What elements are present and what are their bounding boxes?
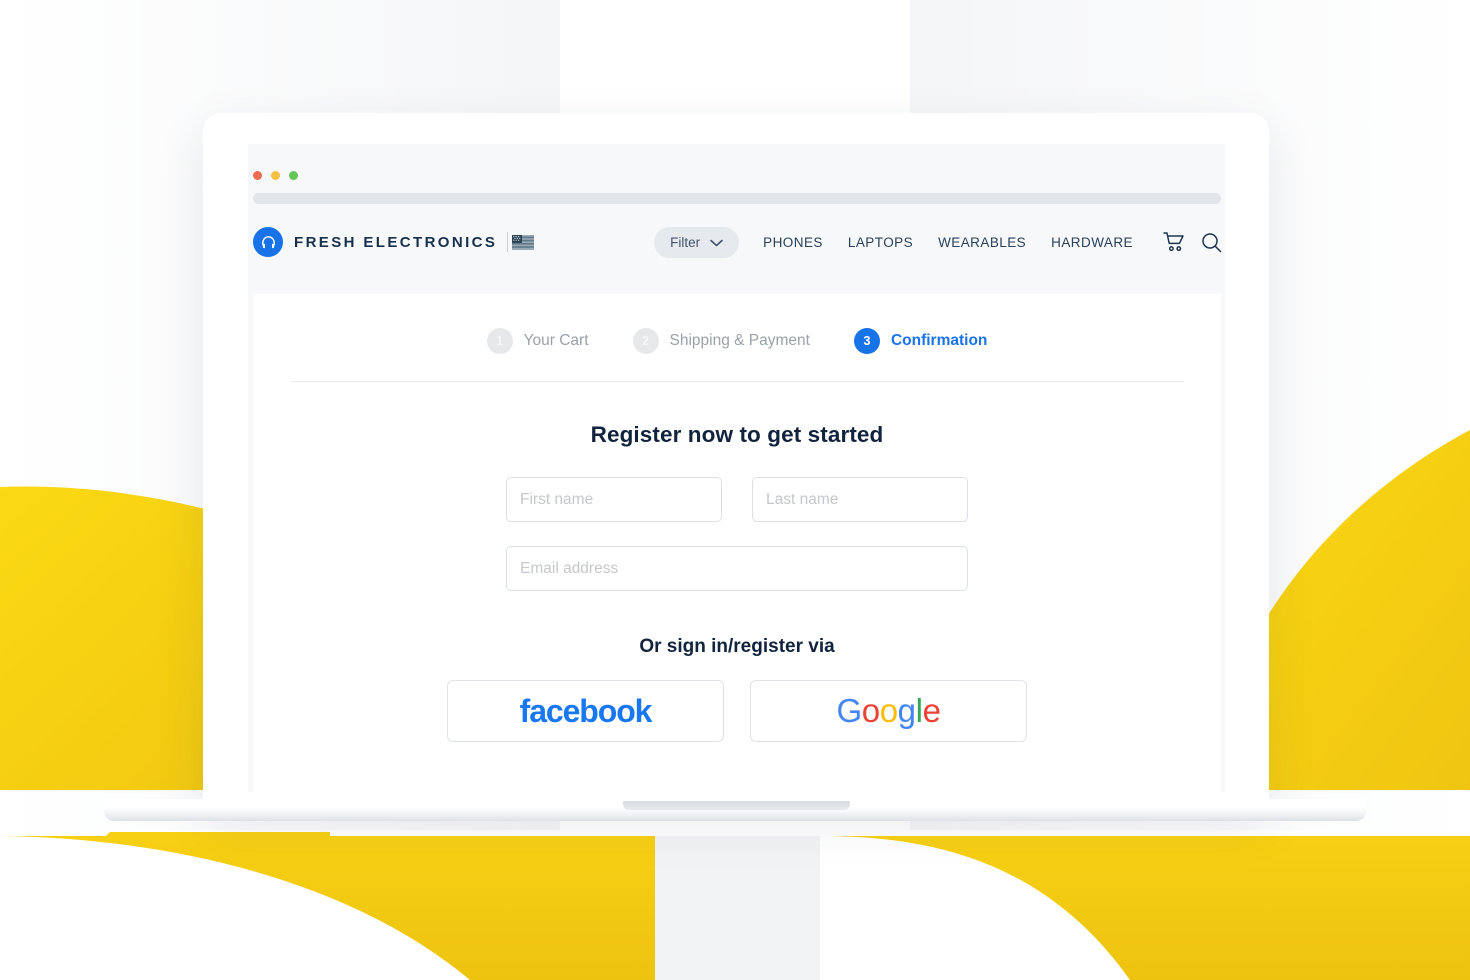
step-label: Confirmation (890, 332, 988, 349)
address-bar[interactable] (253, 193, 1221, 204)
brand-name: FRESH ELECTRONICS (294, 233, 498, 251)
minimize-window-button[interactable] (271, 171, 280, 180)
email-field[interactable]: Email address (506, 546, 968, 591)
step-number: 2 (632, 328, 659, 354)
brand-divider (507, 232, 509, 252)
first-name-field[interactable]: First name (506, 477, 722, 522)
browser-chrome: FRESH ELECTRONICS Filter PHONES LAPTOPS … (248, 144, 1225, 267)
step-label: Shipping & Payment (669, 332, 810, 349)
laptop-trackpad-notch (623, 801, 850, 810)
registration-form: First name Last name Email address (506, 477, 968, 591)
nav-link-phones[interactable]: PHONES (763, 235, 823, 250)
google-logo: Google (836, 692, 941, 729)
brand-logo[interactable]: FRESH ELECTRONICS (253, 227, 497, 257)
facebook-logo: facebook (519, 692, 653, 729)
checkout-stepper: 1 Your Cart 2 Shipping & Payment 3 Confi… (253, 294, 1221, 354)
section-divider (290, 381, 1184, 382)
headphones-icon (253, 227, 283, 257)
google-signin-button[interactable]: Google (750, 680, 1027, 742)
social-signin-title: Or sign in/register via (639, 636, 835, 657)
header-nav: Filter PHONES LAPTOPS WEARABLES HARDWARE (654, 226, 1222, 258)
facebook-signin-button[interactable]: facebook (447, 680, 724, 742)
first-name-placeholder: First name (520, 490, 594, 508)
filter-label: Filter (670, 234, 701, 250)
site-header: FRESH ELECTRONICS Filter PHONES LAPTOPS … (248, 217, 1225, 267)
step-number: 1 (486, 328, 513, 354)
nav-link-wearables[interactable]: WEARABLES (938, 235, 1026, 250)
step-confirmation[interactable]: 3 Confirmation (853, 328, 988, 354)
page-title: Register now to get started (590, 422, 884, 447)
step-number: 3 (853, 328, 880, 354)
illustration-stage: FRESH ELECTRONICS Filter PHONES LAPTOPS … (0, 0, 1470, 980)
cart-icon[interactable] (1163, 232, 1185, 252)
filter-dropdown[interactable]: Filter (654, 226, 740, 258)
close-window-button[interactable] (253, 171, 262, 180)
laptop-screen-frame: FRESH ELECTRONICS Filter PHONES LAPTOPS … (203, 113, 1269, 805)
name-row: First name Last name (506, 477, 968, 522)
social-button-row: facebook Google (253, 680, 1221, 742)
chevron-down-icon (710, 235, 723, 250)
window-controls (253, 171, 298, 180)
last-name-placeholder: Last name (766, 490, 839, 508)
us-flag-icon[interactable] (512, 234, 535, 250)
search-icon[interactable] (1201, 232, 1222, 253)
checkout-page: 1 Your Cart 2 Shipping & Payment 3 Confi… (253, 294, 1221, 792)
nav-link-list: PHONES LAPTOPS WEARABLES HARDWARE (763, 235, 1133, 250)
nav-link-laptops[interactable]: LAPTOPS (848, 235, 913, 250)
nav-link-hardware[interactable]: HARDWARE (1051, 235, 1133, 250)
step-your-cart[interactable]: 1 Your Cart (486, 328, 589, 354)
browser-window: FRESH ELECTRONICS Filter PHONES LAPTOPS … (248, 144, 1225, 792)
last-name-field[interactable]: Last name (752, 477, 968, 522)
step-label: Your Cart (523, 332, 589, 349)
header-icon-group (1163, 232, 1222, 253)
email-placeholder: Email address (520, 559, 619, 577)
maximize-window-button[interactable] (289, 171, 298, 180)
step-shipping-payment[interactable]: 2 Shipping & Payment (632, 328, 810, 354)
